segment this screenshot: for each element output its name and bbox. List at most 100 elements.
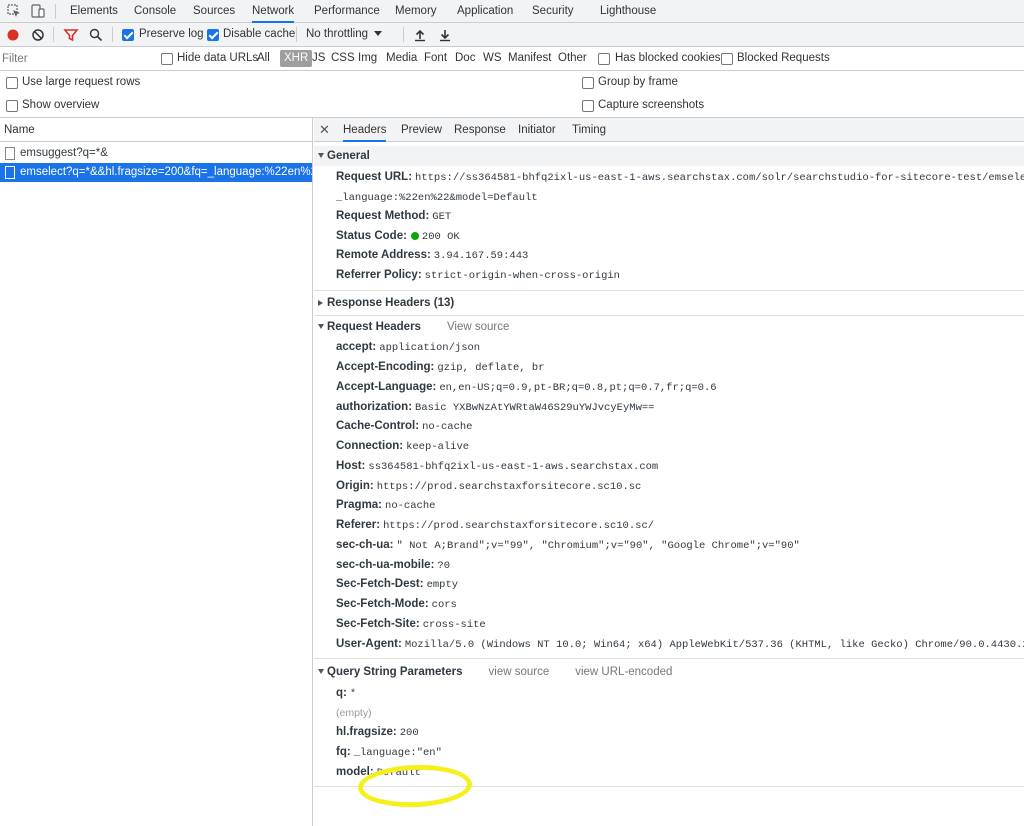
- hide-data-urls-checkbox[interactable]: [161, 53, 173, 65]
- param-key: hl.fragsize:: [336, 726, 397, 738]
- filter-type-css[interactable]: CSS: [331, 52, 355, 64]
- blocked-requests-label[interactable]: Blocked Requests: [737, 52, 830, 64]
- show-overview-checkbox[interactable]: [6, 100, 18, 112]
- tab-network[interactable]: Network: [252, 0, 295, 23]
- clear-icon[interactable]: [30, 27, 46, 43]
- header-key: Cache-Control:: [336, 420, 420, 432]
- tab-lighthouse[interactable]: Lighthouse: [600, 0, 656, 23]
- general-title: General: [327, 150, 370, 162]
- inspect-element-icon[interactable]: [6, 3, 22, 19]
- tab-initiator[interactable]: Initiator: [518, 118, 556, 142]
- request-row-selected[interactable]: emselect?q=*&&hl.fragsize=200&fq=_langua…: [0, 163, 312, 182]
- preserve-log-checkbox[interactable]: [122, 29, 134, 41]
- filter-type-font[interactable]: Font: [424, 52, 447, 64]
- header-value: gzip, deflate, br: [437, 362, 545, 374]
- query-params-section-header[interactable]: Query String Parameters view source view U…: [314, 662, 1024, 682]
- device-toolbar-icon[interactable]: [30, 3, 46, 19]
- preserve-log-label[interactable]: Preserve log: [139, 28, 204, 40]
- filter-icon[interactable]: [63, 27, 79, 43]
- header-row: User-Agent: Mozilla/5.0 (Windows NT 10.0;…: [336, 635, 1024, 654]
- request-headers-section-header[interactable]: Request Headers View source: [314, 317, 1024, 337]
- record-icon[interactable]: [5, 27, 21, 43]
- header-key: Accept-Language:: [336, 381, 437, 393]
- toolbar-divider: [55, 4, 56, 19]
- filter-type-manifest[interactable]: Manifest: [508, 52, 551, 64]
- export-har-icon[interactable]: [437, 27, 453, 43]
- header-value: https://prod.searchstaxforsitecore.sc10.…: [376, 481, 642, 493]
- tab-timing[interactable]: Timing: [572, 118, 606, 142]
- header-row: accept: application/json: [336, 338, 480, 357]
- header-value: cors: [431, 599, 457, 611]
- group-by-frame-label[interactable]: Group by frame: [598, 76, 678, 88]
- close-icon[interactable]: ✕: [319, 122, 330, 138]
- filter-type-media[interactable]: Media: [386, 52, 417, 64]
- tab-console[interactable]: Console: [134, 0, 176, 23]
- large-rows-checkbox[interactable]: [6, 77, 18, 89]
- filter-type-xhr[interactable]: XHR: [280, 50, 313, 67]
- blocked-requests-checkbox[interactable]: [721, 53, 733, 65]
- group-by-frame-checkbox[interactable]: [582, 77, 594, 89]
- header-row: Sec-Fetch-Dest: empty: [336, 575, 458, 594]
- tab-elements[interactable]: Elements: [70, 0, 118, 23]
- filter-type-other[interactable]: Other: [558, 52, 587, 64]
- header-row: Sec-Fetch-Mode: cors: [336, 595, 457, 614]
- tab-security[interactable]: Security: [532, 0, 574, 23]
- tab-preview[interactable]: Preview: [401, 118, 442, 142]
- view-url-encoded-link[interactable]: view URL-encoded: [575, 666, 672, 678]
- tab-performance[interactable]: Performance: [314, 0, 380, 23]
- filter-type-ws[interactable]: WS: [483, 52, 502, 64]
- has-blocked-cookies-checkbox[interactable]: [598, 53, 610, 65]
- filter-type-doc[interactable]: Doc: [455, 52, 475, 64]
- header-value: no-cache: [422, 421, 473, 433]
- section-divider: [314, 658, 1024, 659]
- tab-memory[interactable]: Memory: [395, 0, 437, 23]
- request-row[interactable]: emsuggest?q=*&: [0, 144, 312, 163]
- show-overview-label[interactable]: Show overview: [22, 99, 99, 111]
- filter-input[interactable]: [2, 50, 152, 68]
- disable-cache-label[interactable]: Disable cache: [223, 28, 295, 40]
- triangle-right-icon: [318, 299, 323, 306]
- header-row: Pragma: no-cache: [336, 496, 435, 515]
- header-row: Accept-Encoding: gzip, deflate, br: [336, 358, 545, 377]
- devtools-tab-bar: Elements Console Sources Network Perform…: [0, 0, 1024, 23]
- header-key: Sec-Fetch-Site:: [336, 618, 420, 630]
- disable-cache-checkbox[interactable]: [207, 29, 219, 41]
- param-row-fq: fq: _language:"en": [336, 743, 442, 762]
- request-method-value: GET: [432, 211, 452, 223]
- param-value: *: [349, 688, 357, 700]
- view-source-link[interactable]: View source: [447, 321, 509, 333]
- throttling-select[interactable]: No throttling: [306, 28, 383, 40]
- response-headers-title: Response Headers (13): [327, 297, 455, 309]
- capture-screenshots-checkbox[interactable]: [582, 100, 594, 112]
- import-har-icon[interactable]: [412, 27, 428, 43]
- header-row: Referer: https://prod.searchstaxforsiteco…: [336, 516, 654, 535]
- filter-type-all[interactable]: All: [257, 52, 270, 64]
- tab-headers[interactable]: Headers: [343, 118, 387, 142]
- header-value: cross-site: [422, 619, 486, 631]
- name-column-header[interactable]: Name: [0, 118, 312, 142]
- request-url-row: Request URL: https://ss364581-bhfq2ixl-us…: [336, 168, 1024, 187]
- large-rows-label[interactable]: Use large request rows: [22, 76, 140, 88]
- param-key: fq:: [336, 746, 351, 758]
- throttling-value: No throttling: [306, 28, 369, 40]
- has-blocked-cookies-label[interactable]: Has blocked cookies: [615, 52, 720, 64]
- tab-response[interactable]: Response: [454, 118, 506, 142]
- network-settings: Use large request rows Group by frame Sh…: [0, 71, 1024, 118]
- filter-type-img[interactable]: Img: [358, 52, 377, 64]
- filter-type-js[interactable]: JS: [312, 52, 325, 64]
- request-method-row: Request Method: GET: [336, 207, 451, 226]
- header-row: Sec-Fetch-Site: cross-site: [336, 615, 486, 634]
- request-headers-title: Request Headers: [327, 321, 421, 333]
- view-source-link[interactable]: view source: [489, 666, 550, 678]
- header-value: Mozilla/5.0 (Windows NT 10.0; Win64; x64…: [404, 639, 1024, 651]
- hide-data-urls-label[interactable]: Hide data URLs: [177, 52, 258, 64]
- response-headers-section-header[interactable]: Response Headers (13): [314, 293, 1024, 313]
- status-code-value: 200 OK: [421, 231, 460, 243]
- header-value: ?0: [437, 560, 451, 572]
- general-section-header[interactable]: General: [314, 146, 1024, 166]
- header-row: Connection: keep-alive: [336, 437, 469, 456]
- tab-sources[interactable]: Sources: [193, 0, 235, 23]
- capture-screenshots-label[interactable]: Capture screenshots: [598, 99, 704, 111]
- tab-application[interactable]: Application: [457, 0, 513, 23]
- search-icon[interactable]: [88, 27, 104, 43]
